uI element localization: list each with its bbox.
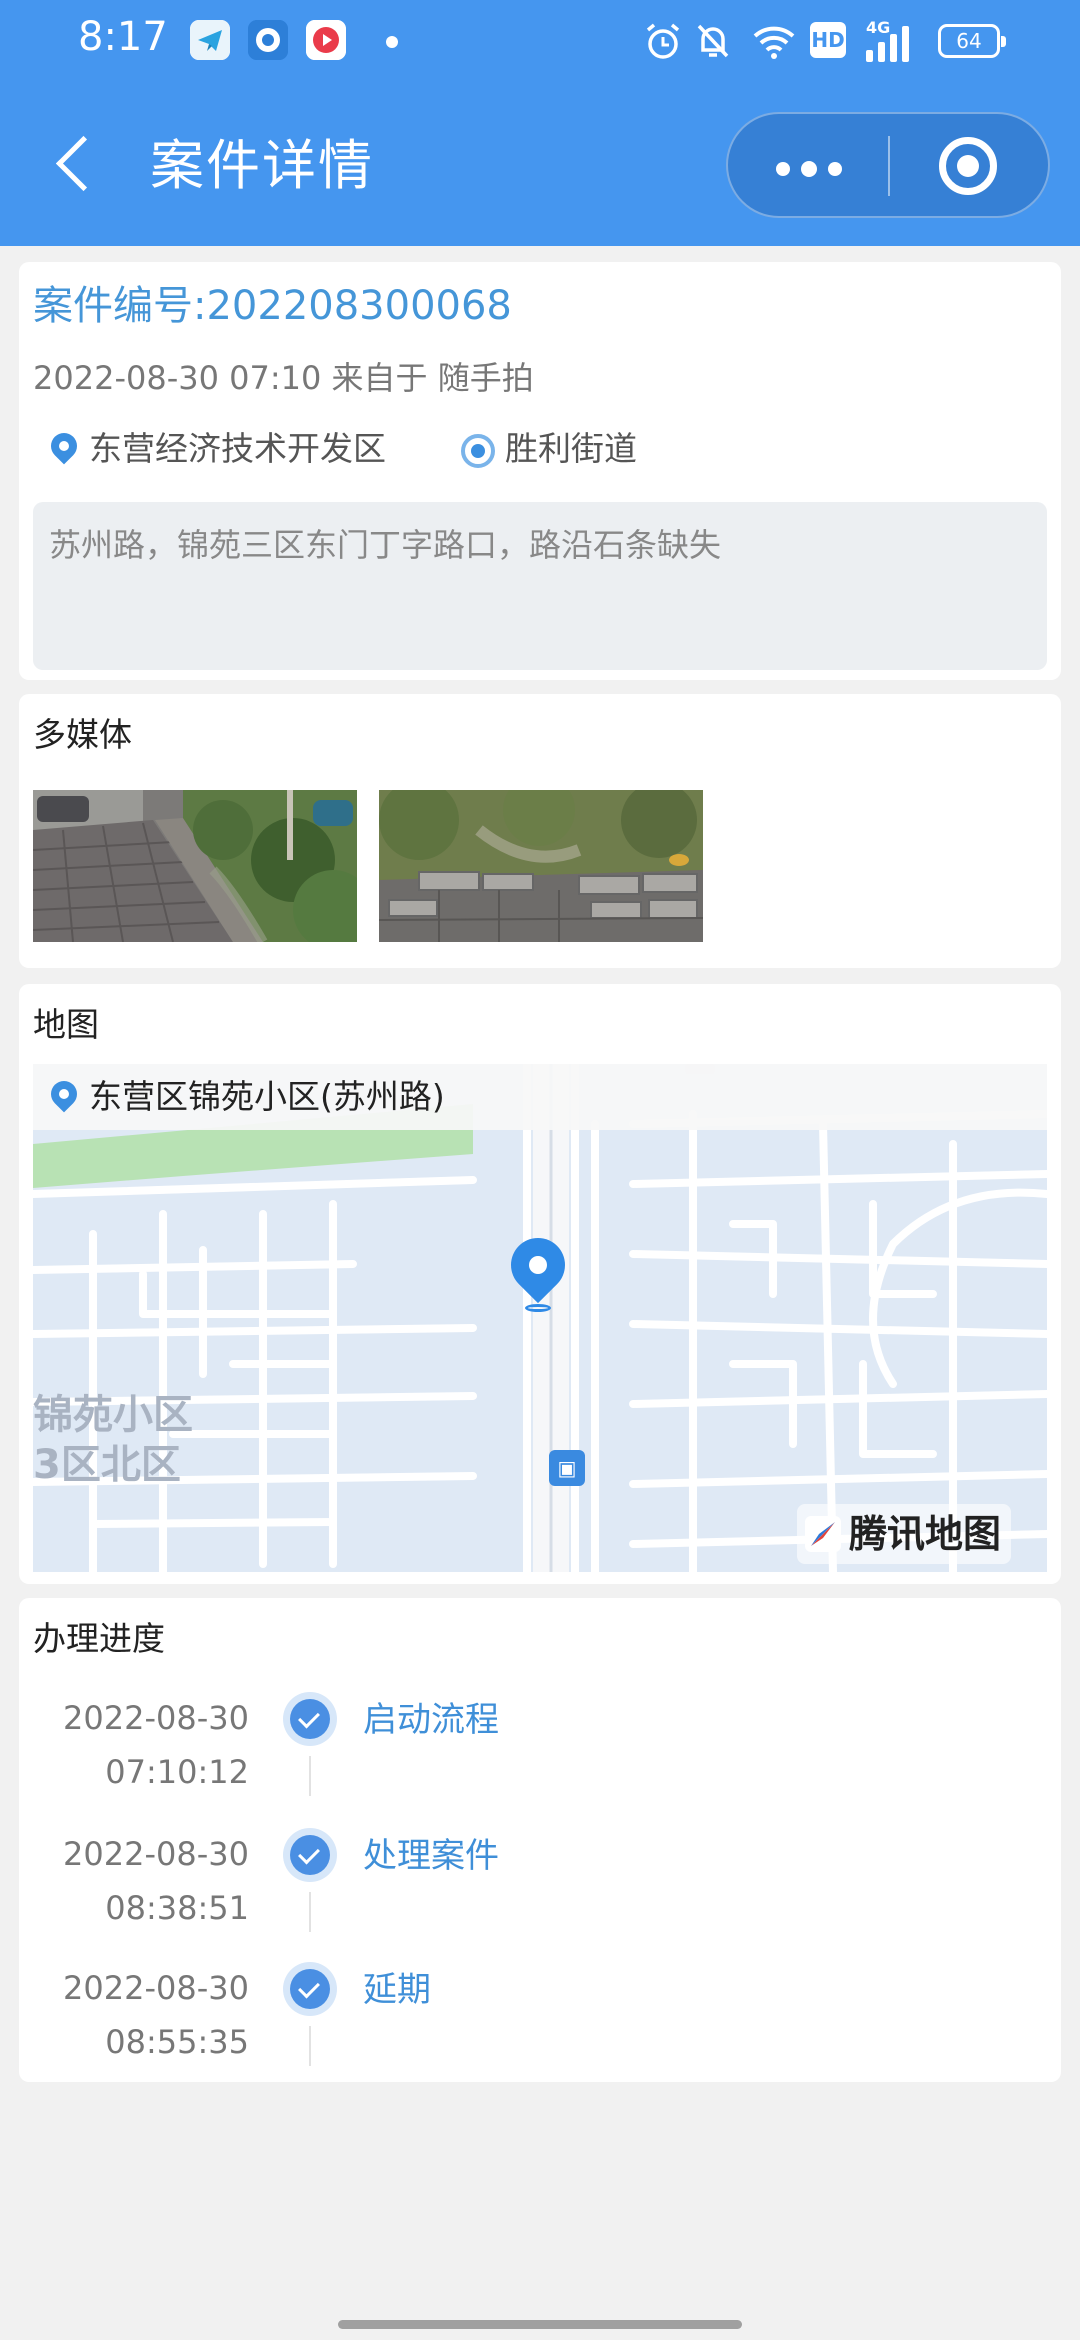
bus-stop-icon: ▣: [549, 1450, 585, 1486]
hd-icon: HD: [810, 22, 846, 58]
home-indicator[interactable]: [338, 2320, 742, 2329]
media-section-title: 多媒体: [33, 715, 132, 754]
map-address-bar: 东营区锦苑小区(苏州路): [33, 1064, 1047, 1130]
mini-program-capsule: [726, 112, 1050, 218]
notification-dot-icon: [386, 36, 398, 48]
progress-section-title: 办理进度: [33, 1619, 165, 1658]
location-pin-icon: [49, 1081, 79, 1117]
network-type: 4G: [866, 18, 891, 37]
timeline-step: 处理案件: [363, 1836, 499, 1876]
case-description: 苏州路，锦苑三区东门丁字路口，路沿石条缺失: [33, 502, 1047, 670]
mute-icon: [697, 24, 729, 58]
map-view[interactable]: 锦苑小区 3区北区 东营区锦苑小区(苏州路) ▣ 腾讯地图: [33, 1064, 1047, 1572]
progress-card: 办理进度 2022-08-30 07:10:12 启动流程 2022-08-30…: [19, 1598, 1061, 2082]
map-logo-text: 腾讯地图: [849, 1512, 1002, 1556]
street-tag: 胜利街道: [461, 426, 637, 472]
alarm-icon: [646, 23, 680, 59]
map-area-label: 锦苑小区 3区北区: [33, 1390, 193, 1490]
map-area-label-1: 锦苑小区: [33, 1392, 193, 1438]
timeline-time: 08:38:51: [105, 1889, 249, 1927]
status-time: 8:17: [78, 14, 168, 60]
sidewalk-photo[interactable]: [33, 790, 357, 942]
media-card: 多媒体: [19, 694, 1061, 968]
app-header: 8:17 HD 4G 64 案件详情: [0, 0, 1080, 246]
browser-app-icon: [248, 20, 288, 60]
timeline-date: 2022-08-30: [63, 1835, 249, 1873]
map-section-title: 地图: [33, 1005, 99, 1044]
timeline-step: 延期: [363, 1970, 431, 2010]
map-area-label-2: 3区北区: [33, 1442, 181, 1488]
close-mini-program-button[interactable]: [890, 114, 1050, 218]
check-circle-icon: [283, 1692, 337, 1746]
timeline-time: 08:55:35: [105, 2023, 249, 2061]
more-button[interactable]: [728, 114, 888, 218]
check-circle-icon: [283, 1828, 337, 1882]
timeline-connector: [309, 1756, 311, 1796]
timeline-date: 2022-08-30: [63, 1969, 249, 2007]
map-address: 东营区锦苑小区(苏州路): [89, 1077, 445, 1116]
map-marker-icon[interactable]: [499, 1226, 577, 1316]
check-circle-icon: [283, 1962, 337, 2016]
status-bar: 8:17 HD 4G 64: [0, 0, 1080, 84]
target-circle-icon: [939, 137, 997, 195]
district-label: 东营经济技术开发区: [89, 429, 386, 468]
back-button[interactable]: [50, 132, 90, 198]
map-roads: [33, 1064, 1047, 1572]
street-location-icon: [461, 433, 495, 468]
compass-logo-icon: [805, 1516, 841, 1552]
timeline-step: 启动流程: [363, 1700, 499, 1740]
timeline-connector: [309, 1892, 311, 1932]
video-app-icon: [306, 20, 346, 60]
timeline-time: 07:10:12: [105, 1753, 249, 1791]
map-card: 地图 锦苑小区 3区北区 东营区锦苑小区(苏州路) ▣ 腾讯地图: [19, 984, 1061, 1584]
timeline-date: 2022-08-30: [63, 1699, 249, 1737]
case-info-card: 案件编号:202208300068 2022-08-30 07:10 来自于 随…: [19, 262, 1061, 680]
signal-icon: 4G: [866, 18, 916, 62]
telegram-app-icon: [190, 20, 230, 60]
page-title: 案件详情: [150, 134, 374, 197]
case-number: 案件编号:202208300068: [33, 283, 512, 329]
battery-icon: 64: [938, 24, 1006, 58]
broken-curb-photo[interactable]: [379, 790, 703, 942]
case-meta: 2022-08-30 07:10 来自于 随手拍: [33, 359, 534, 397]
wifi-icon: [753, 26, 795, 59]
street-label: 胜利街道: [505, 429, 637, 468]
tencent-map-logo: 腾讯地图: [797, 1504, 1012, 1564]
location-pin-icon: [49, 433, 79, 469]
district-tag: 东营经济技术开发区: [49, 426, 386, 472]
timeline-connector: [309, 2026, 311, 2066]
